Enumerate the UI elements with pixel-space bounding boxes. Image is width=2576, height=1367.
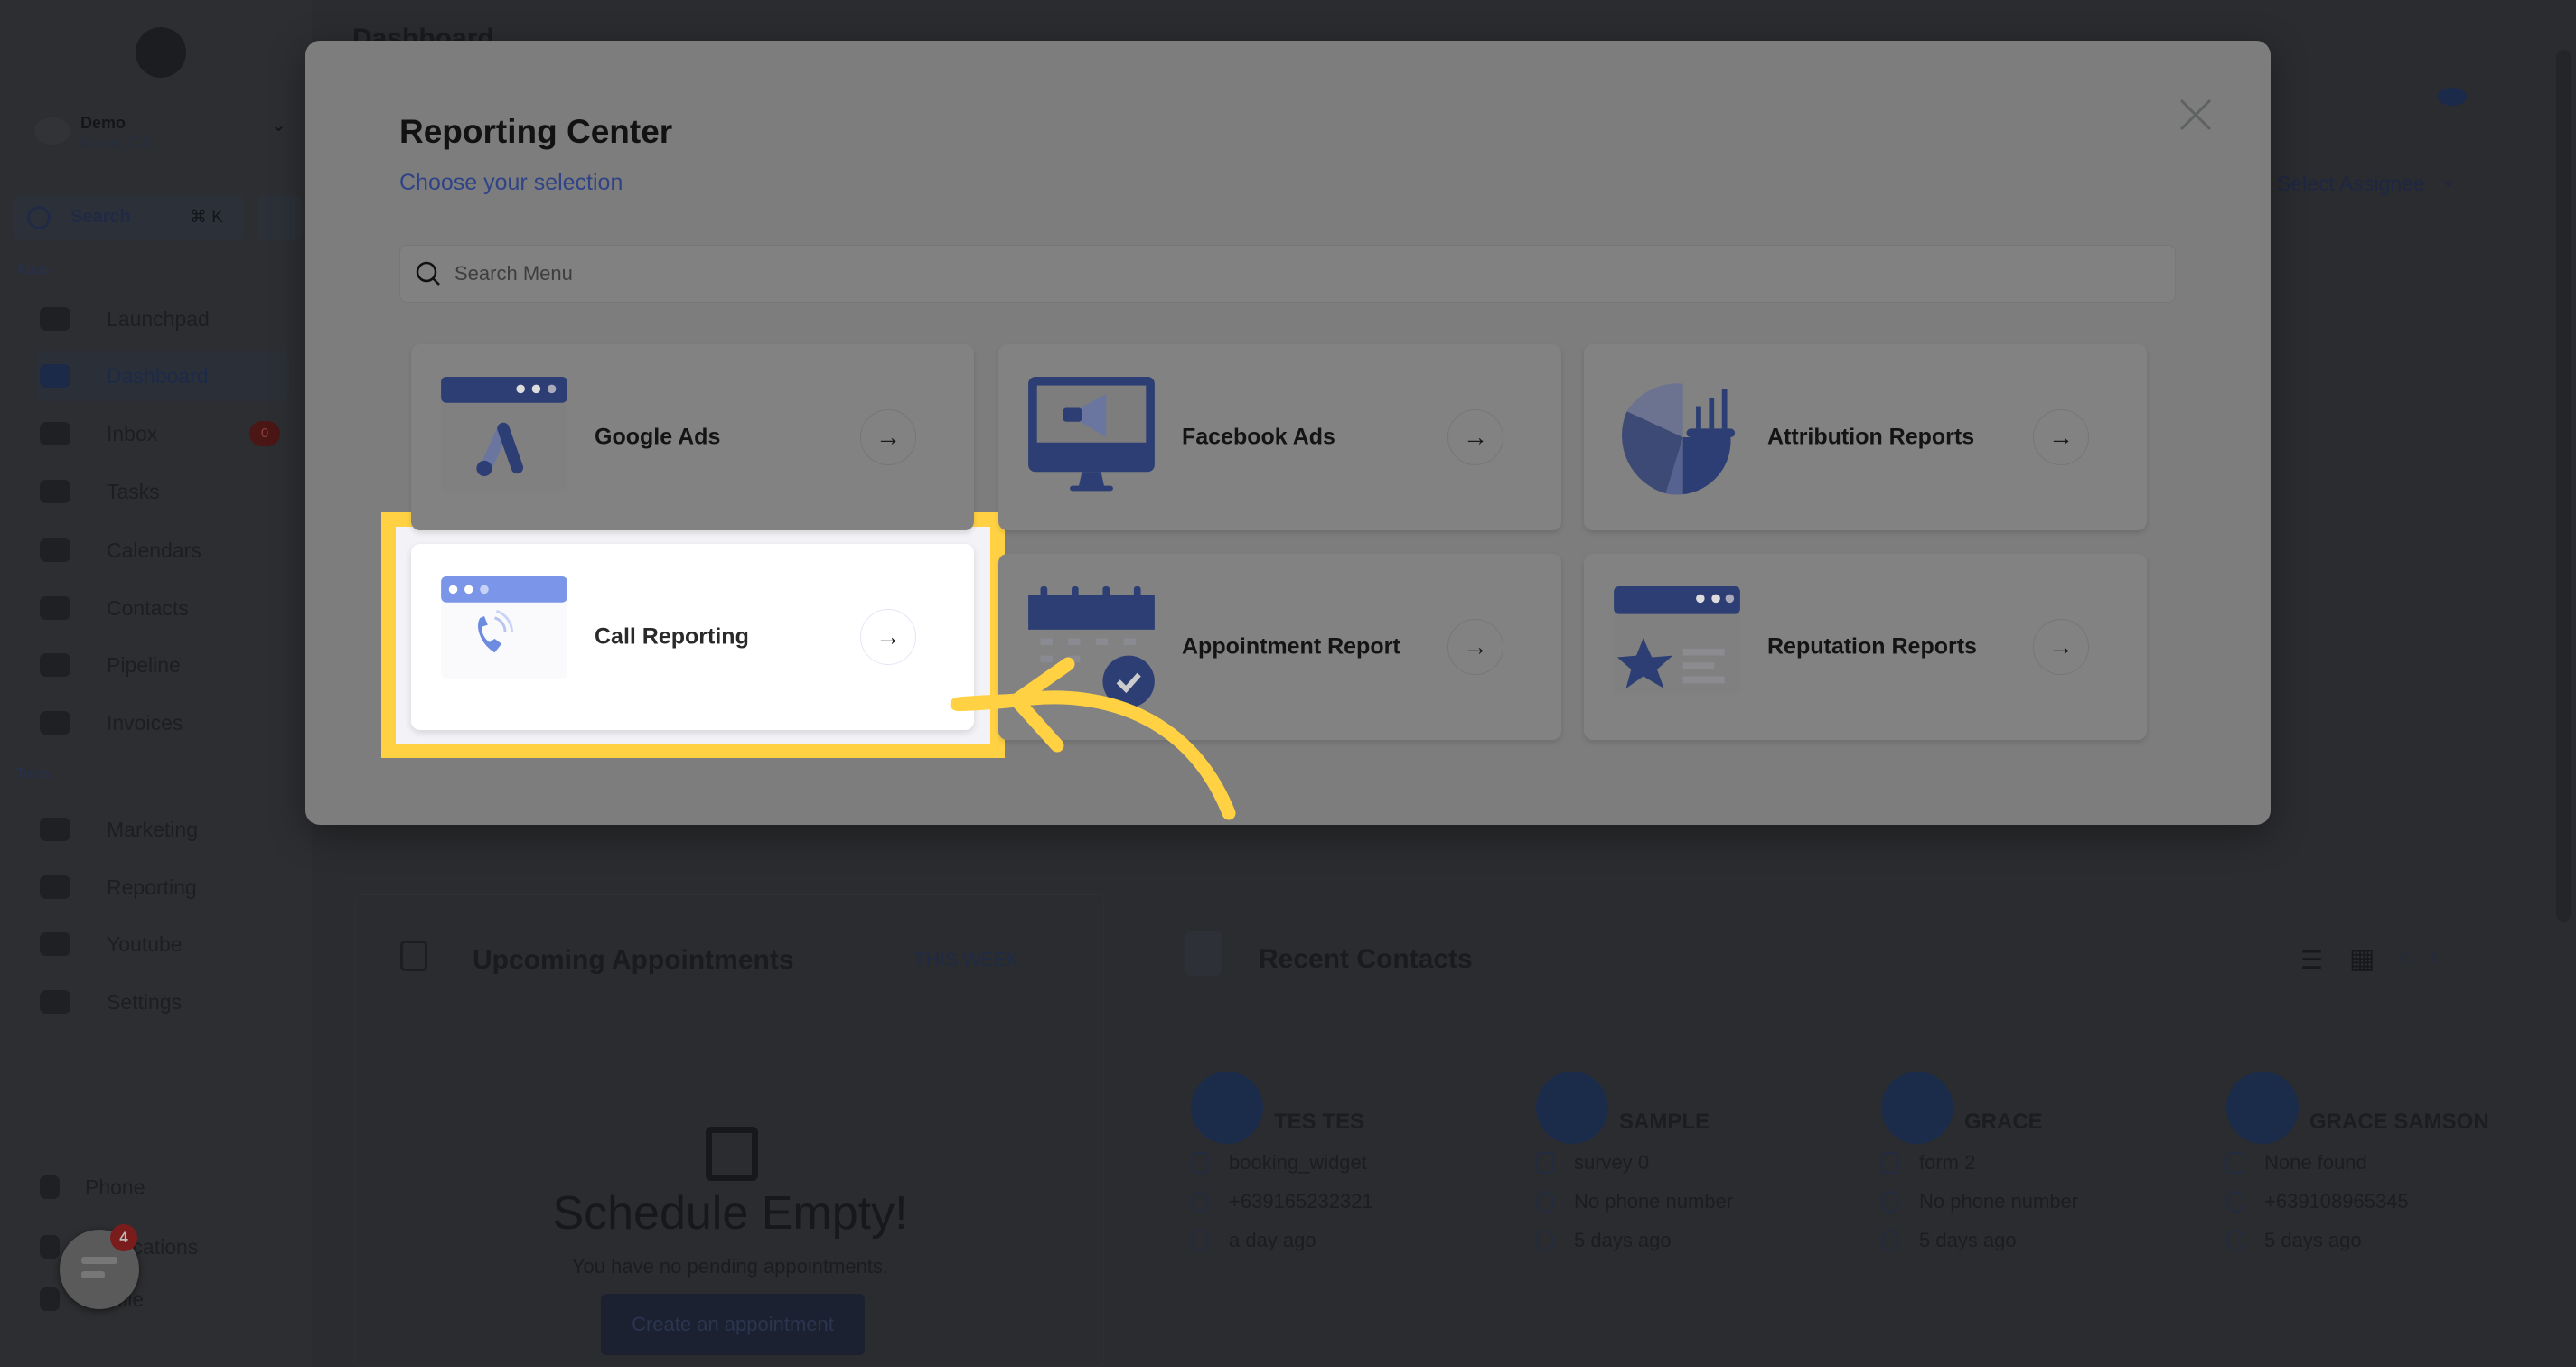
arrow-curve: [950, 690, 1236, 820]
pointer-arrow: [950, 657, 1236, 820]
arrow-head: [1009, 657, 1075, 753]
